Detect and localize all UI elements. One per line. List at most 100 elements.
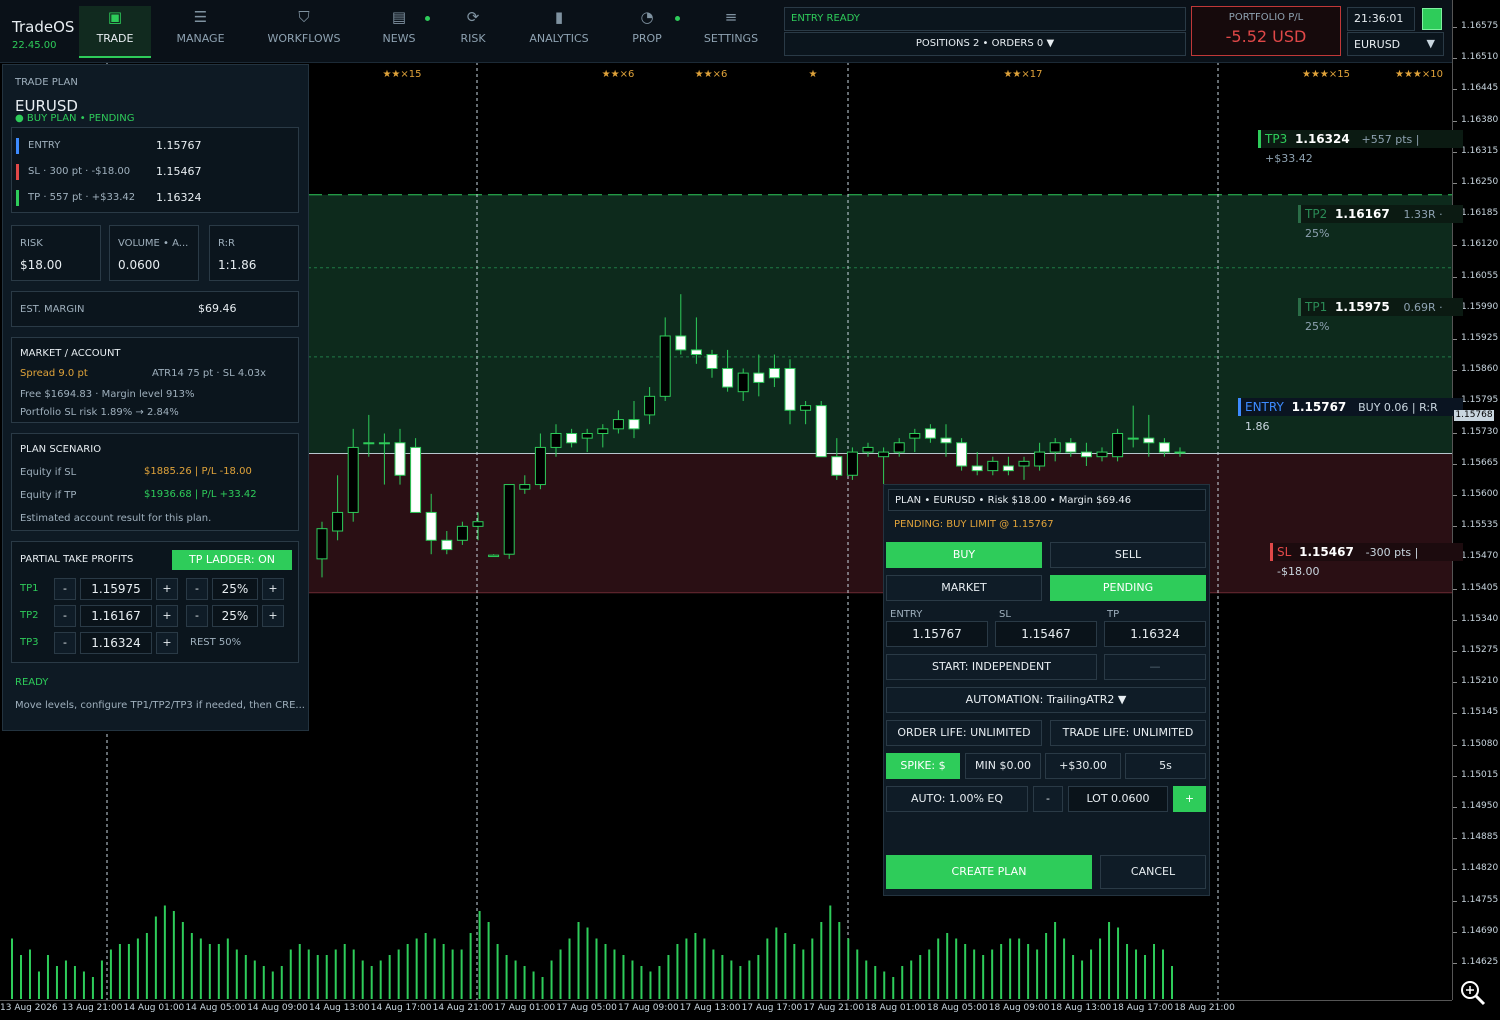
tp-price-input[interactable]: 1.16324	[80, 632, 152, 654]
start-link-button[interactable]: —	[1104, 654, 1206, 680]
event-marker[interactable]: ★★×6	[598, 69, 638, 80]
settings-icon: ≡	[724, 8, 738, 26]
tp1-level-label[interactable]: TP1 1.15975 0.69R · 25%	[1298, 298, 1463, 333]
candle-body	[1112, 432, 1124, 458]
tp-pct-plus-button[interactable]: +	[262, 578, 284, 600]
ready-hint: Move levels, configure TP1/TP2/TP3 if ne…	[15, 700, 305, 711]
notification-dot	[675, 16, 680, 21]
tab-settings[interactable]: ≡ SETTINGS	[688, 6, 774, 56]
level-color-bar	[16, 164, 19, 180]
sell-button[interactable]: SELL	[1050, 542, 1206, 568]
tp-pct-minus-button[interactable]: -	[186, 605, 208, 627]
tp-ladder-toggle[interactable]: TP LADDER: ON	[172, 550, 292, 570]
candle-body	[394, 442, 406, 476]
tp-price-minus-button[interactable]: -	[54, 578, 76, 600]
app-version: 22.45.00	[12, 40, 57, 51]
tab-news[interactable]: ▤ NEWS	[364, 6, 434, 56]
level-value: 1.15767	[156, 139, 202, 152]
candle-body	[1080, 451, 1092, 458]
tp-price-plus-button[interactable]: +	[156, 632, 178, 654]
event-marker[interactable]: ★★×15	[382, 69, 422, 80]
plan-status: ● BUY PLAN • PENDING	[15, 113, 135, 124]
margin-label: EST. MARGIN	[20, 304, 85, 315]
sl-level-label[interactable]: SL 1.15467 -300 pts | -$18.00	[1270, 543, 1463, 578]
price-tick	[1453, 651, 1457, 652]
buy-button[interactable]: BUY	[886, 542, 1042, 568]
price-tick-label: 1.15275	[1461, 645, 1499, 655]
tab-risk[interactable]: ⟳ RISK	[438, 6, 508, 56]
price-axis: 1.16575 1.16510 1.16445 1.16380 1.16315 1.162…	[1452, 0, 1500, 1000]
price-tick	[1453, 900, 1457, 902]
create-plan-button[interactable]: CREATE PLAN	[886, 855, 1092, 889]
candle-body	[1034, 451, 1046, 467]
tp-pct-input[interactable]: 25%	[212, 605, 258, 627]
tp-price-plus-button[interactable]: +	[156, 578, 178, 600]
tp2-price: 1.16167	[1335, 207, 1390, 221]
min-button[interactable]: MIN $0.00	[965, 753, 1041, 779]
calendar-icon: ▤	[391, 8, 407, 26]
price-tick	[1453, 432, 1457, 434]
sl-input[interactable]: 1.15467	[995, 621, 1097, 647]
entry-input[interactable]: 1.15767	[886, 621, 988, 647]
lot-input[interactable]: LOT 0.0600	[1068, 786, 1168, 812]
candle-body	[1018, 460, 1030, 467]
market-button[interactable]: MARKET	[886, 575, 1042, 601]
tp3-price: 1.16324	[1295, 132, 1350, 146]
candle-body	[425, 511, 437, 541]
price-tick-label: 1.15600	[1461, 489, 1499, 499]
candle-body	[363, 442, 375, 445]
tab-analytics[interactable]: ▮ ANALYTICS	[512, 6, 606, 56]
automation-dropdown[interactable]: AUTOMATION: TrailingATR2 ▼	[886, 687, 1206, 713]
seconds-button[interactable]: 5s	[1125, 753, 1206, 779]
time-tick-label: 18 Aug 09:00	[988, 1003, 1050, 1013]
auto-risk-button[interactable]: AUTO: 1.00% EQ	[886, 786, 1028, 812]
price-tick	[1453, 151, 1457, 153]
lot-minus-button[interactable]: -	[1033, 786, 1063, 812]
price-tick-label: 1.15535	[1461, 520, 1499, 531]
time-tick-label: 14 Aug 13:00	[309, 1003, 370, 1013]
pending-button[interactable]: PENDING	[1050, 575, 1206, 601]
equity-sl-value: $1885.26 | P/L -18.00	[144, 466, 252, 477]
tab-trade[interactable]: ▣ TRADE	[79, 6, 151, 58]
tp-pct-minus-button[interactable]: -	[186, 578, 208, 600]
price-tick-label: 1.15730	[1461, 426, 1499, 437]
notification-dot	[425, 16, 430, 21]
tp-pct-plus-button[interactable]: +	[262, 605, 284, 627]
price-tick	[1453, 963, 1457, 964]
tab-workflows[interactable]: ⛉ WORKFLOWS	[250, 6, 358, 56]
tp-pct-input[interactable]: 25%	[212, 578, 258, 600]
event-marker[interactable]: ★	[793, 69, 833, 80]
symbol-select[interactable]: EURUSD ▼	[1347, 32, 1444, 56]
zoom-icon[interactable]	[1457, 978, 1489, 1008]
event-marker[interactable]: ★★★×10	[1395, 69, 1443, 80]
event-marker[interactable]: ★★×6	[691, 69, 731, 80]
entry-name: ENTRY	[1245, 400, 1284, 414]
time-tick-label: 17 Aug 13:00	[679, 1003, 741, 1013]
tp-price-minus-button[interactable]: -	[54, 605, 76, 627]
spike-button[interactable]: SPIKE: $	[886, 753, 960, 779]
lot-plus-button[interactable]: +	[1173, 786, 1206, 812]
event-marker[interactable]: ★★★×15	[1302, 69, 1350, 80]
tp2-level-label[interactable]: TP2 1.16167 1.33R · 25%	[1298, 205, 1463, 240]
positions-dropdown[interactable]: POSITIONS 2 • ORDERS 0 ▼	[784, 32, 1186, 56]
risk-value: $18.00	[20, 258, 62, 272]
tab-prop[interactable]: ◔ PROP	[610, 6, 684, 56]
start-mode-button[interactable]: START: INDEPENDENT	[886, 654, 1097, 680]
tp-price-input[interactable]: 1.16167	[80, 605, 152, 627]
plus30-button[interactable]: +$30.00	[1045, 753, 1121, 779]
portfolio-pl-box: PORTFOLIO P/L -5.52 USD	[1191, 6, 1341, 56]
order-life-button[interactable]: ORDER LIFE: UNLIMITED	[886, 720, 1042, 746]
tp3-level-label[interactable]: TP3 1.16324 +557 pts | +$33.42	[1258, 130, 1463, 165]
candle-body	[768, 367, 780, 379]
time-tick-label: 17 Aug 09:00	[618, 1003, 679, 1013]
trade-life-button[interactable]: TRADE LIFE: UNLIMITED	[1050, 720, 1206, 746]
entry-level-label[interactable]: ENTRY 1.15767 BUY 0.06 | R:R 1.86	[1238, 398, 1463, 433]
tp-input[interactable]: 1.16324	[1104, 621, 1206, 647]
tp-rest-text: REST 50%	[190, 637, 242, 648]
tp-price-minus-button[interactable]: -	[54, 632, 76, 654]
event-marker[interactable]: ★★×17	[1003, 69, 1043, 80]
tp-price-input[interactable]: 1.15975	[80, 578, 152, 600]
tab-manage[interactable]: ☰ MANAGE	[153, 6, 248, 56]
tp-price-plus-button[interactable]: +	[156, 605, 178, 627]
cancel-button[interactable]: CANCEL	[1100, 855, 1206, 889]
